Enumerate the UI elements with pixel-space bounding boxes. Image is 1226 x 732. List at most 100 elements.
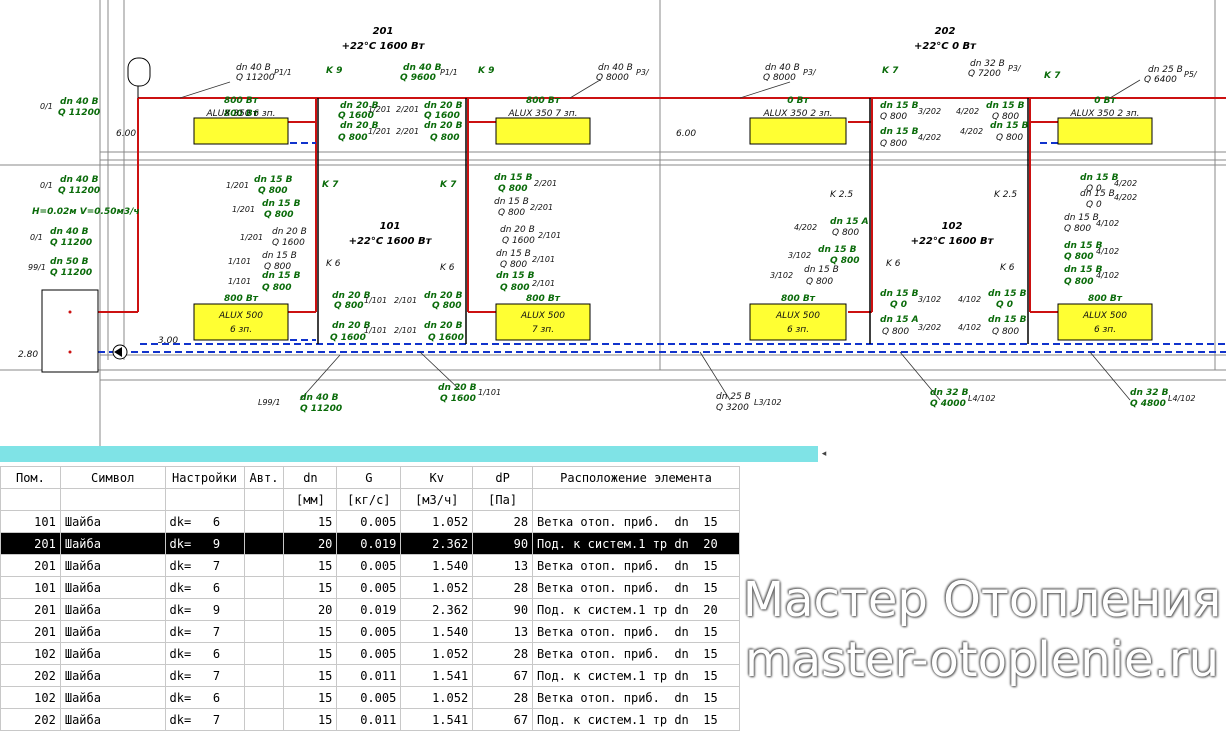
table-cell: [243, 686, 285, 709]
pipe-label-s15: Q 800: [262, 283, 292, 293]
table-cell: 15: [283, 620, 338, 643]
table-row[interactable]: 201 Шайба dk= 7 15 0.005 1.540 13 Ветка отоп. п…: [0, 554, 740, 577]
table-row[interactable]: 101 Шайба dk= 6 15 0.005 1.052 28 Ветка отоп. п…: [0, 510, 740, 533]
table-cell: [243, 620, 285, 643]
table-cell: 1.541: [400, 664, 474, 687]
table-cell: 28: [472, 642, 534, 665]
pipe-label-l20: dn 40 B: [60, 97, 99, 107]
pipe-label-u10: dn 15 B: [496, 249, 531, 259]
table-row[interactable]: 102 Шайба dk= 6 15 0.005 1.052 28 Ветка отоп. п…: [0, 642, 740, 665]
table-cell: 201: [0, 554, 61, 577]
pipe-label-r6a: dn 15 B: [1080, 189, 1115, 199]
table-cell: 1.052: [400, 510, 474, 533]
table-cell: Ветка отоп. приб. dn 15: [532, 642, 740, 665]
elevation-2-80: 2.80: [18, 350, 38, 360]
table-cell: Шайба: [59, 686, 166, 709]
table-cell: 102: [0, 642, 61, 665]
table-cell: 1.541: [400, 708, 474, 731]
table-cell: [243, 576, 285, 599]
room-201-number: 201: [373, 26, 394, 37]
pipe-label-r6c: 4/202: [1114, 193, 1137, 202]
pipe-label-u6: 2/201: [530, 203, 553, 212]
pipe-label-m4: 2/101: [394, 296, 417, 305]
table-row[interactable]: 201 Шайба dk= 9 20 0.019 2.362 90 Под. к систем…: [0, 598, 740, 621]
pipe-label-l19: 0/1: [40, 102, 53, 111]
column-header[interactable]: G: [336, 466, 402, 489]
pipe-label-m6: Q 800: [432, 301, 462, 311]
radiator-r3[interactable]: [749, 117, 847, 145]
table-cell: Шайба: [59, 708, 166, 731]
table-units-row: [мм] [кг/с] [м3/ч] [Па]: [0, 488, 740, 511]
pipe-label-l10: dn 40 B: [765, 63, 800, 73]
radiator-r8-label: ALUX 500: [1082, 311, 1127, 321]
table-cell: 28: [472, 510, 534, 533]
pipe-label-v1c: 3/102: [918, 295, 941, 304]
pipe-label-k6d: K 6: [1000, 263, 1015, 273]
pipe-label-u4: dn 15 B: [494, 197, 529, 207]
column-header[interactable]: Символ: [59, 466, 166, 489]
table-cell: 15: [283, 554, 338, 577]
pane-splitter[interactable]: ◂: [0, 446, 1226, 466]
column-header[interactable]: dn: [283, 466, 338, 489]
table-cell: 0.011: [336, 664, 402, 687]
table-cell: 20: [283, 532, 338, 555]
table-row[interactable]: 201 Шайба dk= 7 15 0.005 1.540 13 Ветка отоп. п…: [0, 620, 740, 643]
table-row[interactable]: 102 Шайба dk= 6 15 0.005 1.052 28 Ветка отоп. п…: [0, 686, 740, 709]
pipe-label-t2: 2/201: [396, 105, 419, 114]
pipe-label-l21: Q 11200: [58, 108, 100, 118]
table-cell: 0.005: [336, 554, 402, 577]
table-cell: [243, 532, 285, 555]
radiator-r2[interactable]: [495, 117, 591, 145]
pipe-label-l01: dn 40 B: [236, 63, 271, 73]
table-cell: 28: [472, 576, 534, 599]
column-header[interactable]: dP: [472, 466, 534, 489]
pipe-label-p6: Q 800: [338, 133, 368, 143]
pipe-label-k6b: K 6: [440, 263, 455, 273]
pipe-label-u15: 2/101: [532, 279, 555, 288]
pipe-label-l17: Q 6400: [1144, 75, 1177, 85]
table-cell: 90: [472, 598, 534, 621]
column-header[interactable]: Настройки: [164, 466, 245, 489]
column-header[interactable]: Расположение элемента: [532, 466, 740, 489]
pipe-label-m12: Q 1600: [428, 333, 464, 343]
horizontal-scrollbar[interactable]: [0, 446, 818, 462]
table-cell: 67: [472, 708, 534, 731]
pipe-label-b15: L4/102: [1168, 394, 1196, 403]
table-cell: dk= 6: [164, 686, 245, 709]
radiator-r4[interactable]: [1057, 117, 1153, 145]
radiator-r6-sections: 7 зп.: [532, 325, 554, 335]
room-201-temp: +22°C 1600 Вт: [342, 41, 426, 52]
table-row[interactable]: 202 Шайба dk= 7 15 0.011 1.541 67 Под. к систем…: [0, 664, 740, 687]
table-cell: dk= 6: [164, 510, 245, 533]
column-unit: [мм]: [283, 488, 338, 511]
pipe-label-r7b: dn 15 A: [830, 217, 869, 227]
pipe-label-k6a: K 6: [326, 259, 341, 269]
pipe-label-l22: 0/1: [40, 181, 53, 190]
column-header[interactable]: Kv: [400, 466, 474, 489]
pipe-label-s2: Q 800: [258, 186, 288, 196]
scroll-left-icon[interactable]: ◂: [818, 446, 830, 462]
pipe-label-m2: Q 800: [334, 301, 364, 311]
table-row[interactable]: 201 Шайба dk= 9 20 0.019 2.362 90 Под. к систем…: [0, 532, 740, 555]
pipe-label-l03: P1/1: [274, 68, 292, 77]
table-cell: Под. к систем.1 тр dn 15: [532, 708, 740, 731]
elevation-3-00: 3.00: [158, 336, 178, 346]
table-cell: 101: [0, 510, 61, 533]
table-row[interactable]: 101 Шайба dk= 6 15 0.005 1.052 28 Ветка отоп. п…: [0, 576, 740, 599]
pipe-label-l14: Q 7200: [968, 69, 1001, 79]
pipe-label-m10: 2/101: [394, 326, 417, 335]
pipe-label-v3c: Q 0: [996, 300, 1013, 310]
heating-schematic[interactable]: 800 Вт ALUX 350 6 зп. ALUX 350 6 зп. 800…: [0, 0, 1226, 446]
pipe-label-r1b: Q 800: [880, 112, 907, 122]
table-cell: 15: [283, 664, 338, 687]
pipe-label-l23: dn 40 B: [60, 175, 99, 185]
column-header[interactable]: Авт.: [243, 466, 285, 489]
column-header[interactable]: Пом.: [0, 466, 61, 489]
results-table-pane: Пом. Символ Настройки Авт. dn G Kv dP Расположен…: [0, 466, 740, 732]
pipe-label-s11: dn 15 B: [262, 251, 297, 261]
pipe-label-r9b: dn 15 B: [804, 265, 839, 275]
table-row[interactable]: 202 Шайба dk= 7 15 0.011 1.541 67 Под. к систем…: [0, 708, 740, 731]
table-cell: 20: [283, 598, 338, 621]
pipe-label-l24: Q 11200: [58, 186, 100, 196]
pipe-labels: dn 40 BQ 11200P1/1 dn 40 BQ 9600P1/1 dn 40…: [28, 59, 1198, 414]
